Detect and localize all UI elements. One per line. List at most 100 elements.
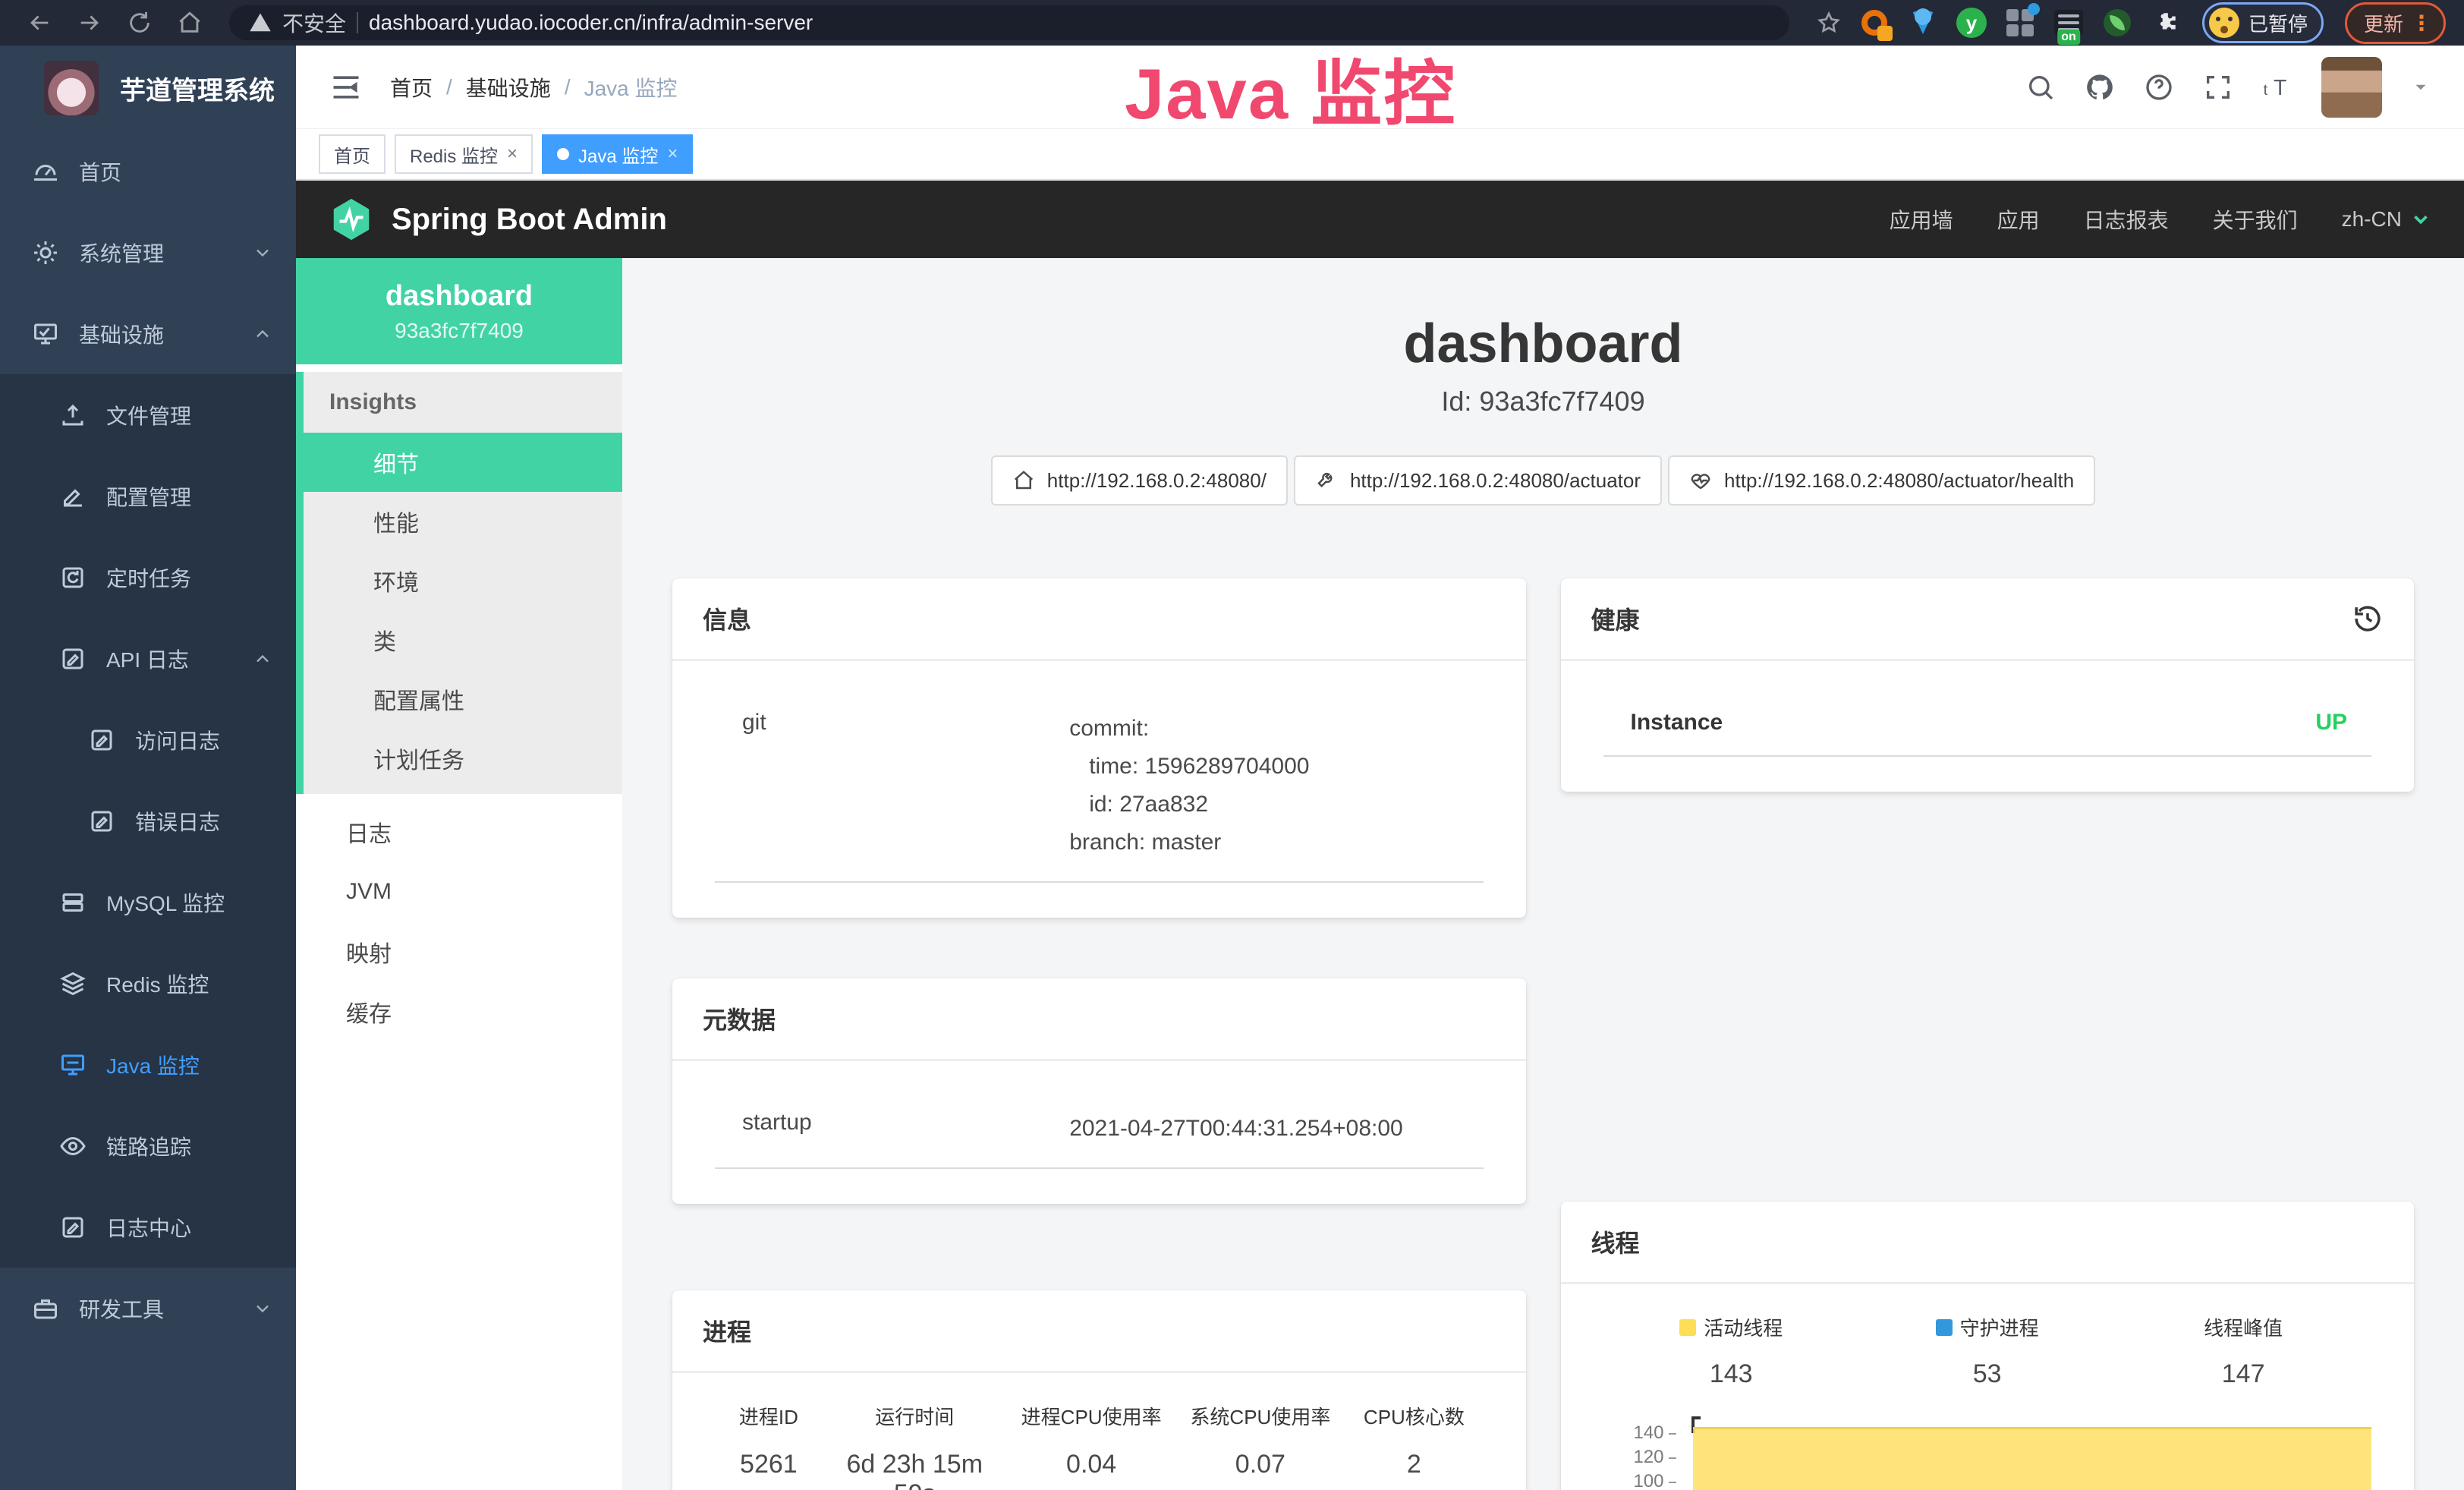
breadcrumb-infrastructure[interactable]: 基础设施 (466, 72, 551, 102)
sba-menu-logs[interactable]: 日志 (296, 802, 622, 862)
peak-threads-value: 147 (2115, 1359, 2371, 1389)
tab-label: 首页 (334, 141, 370, 168)
avatar[interactable] (2321, 57, 2382, 118)
layers-icon (59, 970, 87, 997)
sba-nav-about[interactable]: 关于我们 (2213, 204, 2298, 235)
topbar-actions: tT (2025, 57, 2431, 118)
home-icon (1012, 469, 1035, 492)
security-warning-icon (249, 11, 272, 34)
infrastructure-icon (32, 320, 59, 348)
tab-close-icon[interactable]: × (667, 145, 678, 163)
sidebar-item-label: 链路追踪 (106, 1131, 191, 1161)
health-instance-row[interactable]: Instance UP (1603, 690, 2372, 757)
extension-green-circle-icon[interactable]: y (1955, 6, 1988, 39)
sidebar-item-label: 系统管理 (79, 238, 164, 268)
sidebar-item-label: 日志中心 (106, 1212, 191, 1243)
history-icon[interactable] (2352, 603, 2384, 635)
app-frame: 芋道管理系统 首页 系统管理 基础设施 文件管理 配置管理 (0, 46, 2464, 1490)
instance-health-link[interactable]: http://192.168.0.2:48080/actuator/health (1668, 455, 2095, 506)
sba-menu-scheduled-tasks[interactable]: 计划任务 (304, 729, 622, 788)
instance-home-link[interactable]: http://192.168.0.2:48080/ (991, 455, 1288, 506)
address-bar[interactable]: 不安全 dashboard.yudao.iocoder.cn/infra/adm… (229, 5, 1789, 40)
sba-nav-wallboard[interactable]: 应用墙 (1890, 204, 1953, 235)
sba-menu-environment[interactable]: 环境 (304, 551, 622, 610)
sba-menu-plain-items: 日志 JVM 映射 缓存 (296, 802, 622, 1041)
extension-leaf-icon[interactable] (2101, 6, 2134, 39)
sba-menu-details[interactable]: 细节 (304, 433, 622, 492)
browser-home-button[interactable] (168, 2, 211, 44)
sba-language-select[interactable]: zh-CN (2342, 207, 2432, 232)
tab-label: Redis 监控 (410, 141, 498, 168)
sidebar-item-scheduled-jobs[interactable]: 定时任务 (0, 537, 296, 618)
extension-grid-icon[interactable] (2003, 6, 2037, 39)
sba-menu-metrics[interactable]: 性能 (304, 492, 622, 551)
sba-menu-mappings[interactable]: 映射 (296, 921, 622, 981)
sidebar-item-system[interactable]: 系统管理 (0, 212, 296, 293)
extension-orange-icon[interactable] (1858, 6, 1891, 39)
sba-instance-header[interactable]: dashboard 93a3fc7f7409 (296, 258, 622, 364)
bookmark-star-icon[interactable] (1808, 2, 1850, 44)
fullscreen-icon[interactable] (2203, 72, 2233, 102)
page-title: dashboard (672, 313, 2414, 375)
schedule-icon (59, 564, 87, 591)
sidebar-collapse-icon[interactable] (329, 71, 363, 104)
avatar-caret-icon[interactable] (2411, 77, 2431, 97)
browser-update-button[interactable]: 更新 ⋮ (2345, 2, 2446, 44)
process-table: 进程ID5261 运行时间6d 23h 15m 59s 进程CPU使用率0.04… (715, 1402, 1484, 1490)
tab-java-monitor[interactable]: Java 监控 × (542, 134, 693, 174)
browser-back-button[interactable] (18, 2, 61, 44)
instance-actuator-link[interactable]: http://192.168.0.2:48080/actuator (1294, 455, 1662, 506)
sidebar-item-label: 文件管理 (106, 400, 191, 430)
briefcase-icon (32, 1295, 59, 1322)
sidebar-item-label: Java 监控 (106, 1050, 200, 1080)
sba-nav-journal[interactable]: 日志报表 (2084, 204, 2169, 235)
font-size-icon[interactable]: tT (2262, 72, 2292, 102)
sidebar-item-redis-monitor[interactable]: Redis 监控 (0, 943, 296, 1024)
tab-redis-monitor[interactable]: Redis 监控 × (395, 134, 533, 174)
sidebar-item-label: MySQL 监控 (106, 887, 225, 918)
sidebar-item-java-monitor[interactable]: Java 监控 (0, 1024, 296, 1105)
sba-brand-title: Spring Boot Admin (392, 203, 667, 237)
browser-profile-chip[interactable]: 已暂停 (2202, 2, 2324, 43)
help-icon[interactable] (2144, 72, 2174, 102)
legend-peak-threads: 线程峰值 (2115, 1313, 2371, 1341)
tab-close-icon[interactable]: × (507, 145, 518, 163)
sidebar-item-dev-tools[interactable]: 研发工具 (0, 1268, 296, 1349)
github-icon[interactable] (2085, 72, 2115, 102)
app-logo-row[interactable]: 芋道管理系统 (0, 46, 296, 131)
extensions-puzzle-icon[interactable] (2149, 6, 2182, 39)
sba-body: dashboard 93a3fc7f7409 Insights 细节 性能 环境… (296, 258, 2464, 1490)
sidebar-item-access-logs[interactable]: 访问日志 (0, 699, 296, 780)
sba-menu-classes[interactable]: 类 (304, 610, 622, 669)
sidebar-item-log-center[interactable]: 日志中心 (0, 1186, 296, 1268)
sidebar-submenu-infrastructure: 文件管理 配置管理 定时任务 API 日志 访问日志 错误日志 (0, 374, 296, 1268)
sba-sidebar: dashboard 93a3fc7f7409 Insights 细节 性能 环境… (296, 258, 622, 1490)
sidebar-item-mysql-monitor[interactable]: MySQL 监控 (0, 862, 296, 943)
extension-list-on-icon[interactable]: on (2052, 6, 2085, 39)
threads-legend: 活动线程 守护进程 线程峰值 (1603, 1313, 2372, 1341)
search-icon[interactable] (2025, 72, 2056, 102)
browser-forward-button[interactable] (68, 2, 111, 44)
sba-menu-caches[interactable]: 缓存 (296, 981, 622, 1041)
sba-brand[interactable]: Spring Boot Admin (328, 196, 667, 243)
sidebar-item-home[interactable]: 首页 (0, 131, 296, 212)
tab-home[interactable]: 首页 (319, 134, 385, 174)
sidebar-item-label: 错误日志 (135, 806, 220, 836)
sidebar-item-infrastructure[interactable]: 基础设施 (0, 293, 296, 374)
sidebar-item-error-logs[interactable]: 错误日志 (0, 780, 296, 862)
sidebar-item-config-management[interactable]: 配置管理 (0, 455, 296, 537)
browser-reload-button[interactable] (118, 2, 161, 44)
browser-menu-dots-icon[interactable]: ⋮ (2411, 11, 2433, 36)
sba-menu-group-label: Insights (304, 372, 622, 433)
sidebar-item-tracing[interactable]: 链路追踪 (0, 1105, 296, 1186)
sba-menu-jvm[interactable]: JVM (296, 862, 622, 921)
sidebar-item-api-logs[interactable]: API 日志 (0, 618, 296, 699)
cards-column-left: 信息 git commit: time: 1596289704000 id: 2… (672, 578, 1526, 1490)
sba-menu-config-props[interactable]: 配置属性 (304, 669, 622, 729)
metadata-row-label: startup (729, 1110, 1069, 1148)
log-icon (88, 726, 115, 754)
breadcrumb-home[interactable]: 首页 (390, 72, 433, 102)
sidebar-item-file-management[interactable]: 文件管理 (0, 374, 296, 455)
sba-nav-applications[interactable]: 应用 (1997, 204, 2040, 235)
extension-pin-icon[interactable] (1906, 6, 1940, 39)
